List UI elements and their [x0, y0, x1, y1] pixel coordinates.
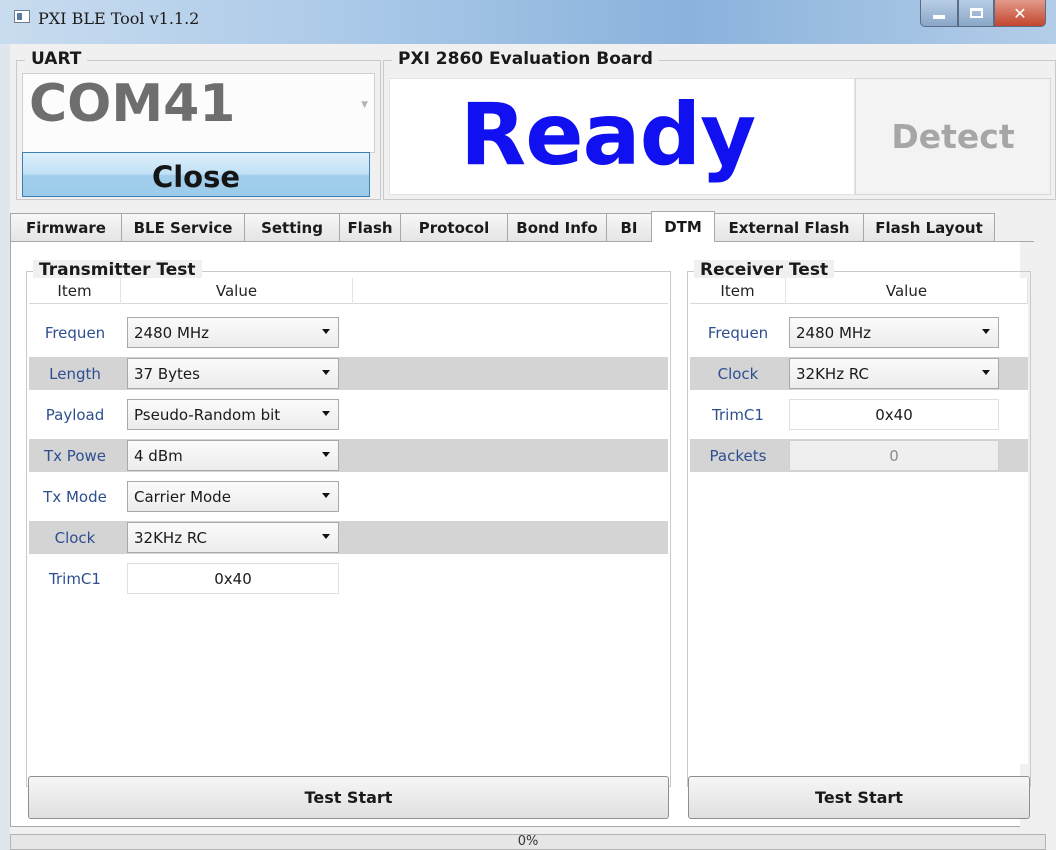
- com-port-value: COM41: [29, 74, 236, 134]
- select-value: 32KHz RC: [134, 528, 207, 547]
- dropdown-arrow-icon: [982, 370, 990, 375]
- select-value: Carrier Mode: [134, 487, 231, 506]
- tab-firmware[interactable]: Firmware: [10, 213, 122, 242]
- dropdown-arrow-icon: [982, 329, 990, 334]
- close-window-button[interactable]: ✕: [994, 0, 1046, 27]
- grid-row: Length: [29, 357, 668, 390]
- receiver-grid: Item Value Frequen 2480 MHz Clock 32KHz RC T…: [690, 278, 1028, 764]
- tab-ble-service[interactable]: BLE Service: [121, 213, 245, 242]
- grid-row: Clock: [29, 521, 668, 554]
- status-text: Ready: [460, 85, 756, 185]
- progress-text: 0%: [517, 834, 539, 849]
- status-panel: Ready: [389, 78, 855, 195]
- transmitter-test-label: Transmitter Test: [33, 260, 202, 280]
- value-select[interactable]: 32KHz RC: [127, 522, 339, 553]
- column-header-item: Item: [690, 278, 786, 304]
- select-value: Pseudo-Random bit: [134, 405, 281, 424]
- transmitter-test-start-button[interactable]: Test Start: [28, 776, 669, 819]
- close-port-button[interactable]: Close: [22, 152, 370, 197]
- tab-dtm[interactable]: DTM: [651, 211, 715, 242]
- row-label: Clock: [717, 364, 759, 383]
- dropdown-arrow-icon: [322, 329, 330, 334]
- uart-group: UART COM41 ▼ Close: [16, 49, 381, 200]
- maximize-button[interactable]: [958, 0, 994, 27]
- grid-row: Frequen: [29, 316, 668, 349]
- row-label: Length: [49, 364, 101, 383]
- value-select[interactable]: 2480 MHz: [789, 317, 999, 348]
- window-title: PXI BLE Tool v1.1.2: [38, 9, 200, 28]
- value-select[interactable]: 32KHz RC: [789, 358, 999, 389]
- progress-bar: 0%: [10, 834, 1046, 850]
- row-label: Frequen: [707, 323, 769, 342]
- com-port-select[interactable]: COM41 ▼: [22, 73, 375, 153]
- evaluation-board-group: PXI 2860 Evaluation Board Ready Detect: [383, 49, 1056, 200]
- tab-external-flash[interactable]: External Flash: [714, 213, 864, 242]
- transmitter-grid: Item Value Frequen 2480 MHz Length 37 Bytes…: [29, 278, 668, 764]
- value-select[interactable]: 4 dBm: [127, 440, 339, 471]
- grid-row: Tx Mode: [29, 480, 668, 513]
- select-value: 4 dBm: [134, 446, 183, 465]
- row-label: TrimC1: [712, 405, 764, 424]
- tab-flash-layout[interactable]: Flash Layout: [863, 213, 995, 242]
- title-bar: PXI BLE Tool v1.1.2 ✕: [0, 0, 1056, 44]
- dropdown-arrow-icon: [322, 452, 330, 457]
- receiver-test-start-button[interactable]: Test Start: [688, 776, 1030, 819]
- receiver-test-group: Receiver Test Item Value Frequen 2480 MHz…: [687, 260, 1031, 787]
- uart-group-label: UART: [25, 49, 88, 69]
- receiver-grid-header: Item Value: [690, 278, 1028, 304]
- transmitter-test-group: Transmitter Test Item Value Frequen 2480 …: [26, 260, 671, 787]
- grid-row: TrimC1: [29, 562, 668, 595]
- row-label: Tx Powe: [44, 446, 106, 465]
- row-label: Tx Mode: [43, 487, 107, 506]
- grid-row: Payload: [29, 398, 668, 431]
- detect-button[interactable]: Detect: [855, 78, 1051, 195]
- column-header-item: Item: [29, 278, 121, 304]
- value-field[interactable]: 0x40: [789, 399, 999, 430]
- dropdown-arrow-icon: [322, 493, 330, 498]
- transmitter-grid-header: Item Value: [29, 278, 668, 304]
- evaluation-board-label: PXI 2860 Evaluation Board: [392, 49, 659, 69]
- value-select[interactable]: Carrier Mode: [127, 481, 339, 512]
- grid-row: Tx Powe: [29, 439, 668, 472]
- tab-strip: Firmware BLE Service Setting Flash Protocol B…: [10, 211, 995, 242]
- receiver-test-label: Receiver Test: [694, 260, 835, 280]
- row-label: TrimC1: [49, 569, 101, 588]
- tab-setting[interactable]: Setting: [244, 213, 340, 242]
- minimize-button[interactable]: [920, 0, 958, 27]
- select-value: 2480 MHz: [134, 323, 210, 342]
- row-label: Frequen: [44, 323, 106, 342]
- value-select[interactable]: Pseudo-Random bit: [127, 399, 339, 430]
- dropdown-arrow-icon: [322, 370, 330, 375]
- tab-flash[interactable]: Flash: [339, 213, 401, 242]
- app-icon: [14, 10, 30, 23]
- close-icon: ✕: [1013, 3, 1027, 23]
- main-window: UART COM41 ▼ Close PXI 2860 Evaluation B…: [10, 44, 1056, 850]
- value-field[interactable]: 0x40: [127, 563, 339, 594]
- select-value: 37 Bytes: [134, 364, 200, 383]
- value-select[interactable]: 37 Bytes: [127, 358, 339, 389]
- row-label: Payload: [45, 405, 105, 424]
- value-select[interactable]: 2480 MHz: [127, 317, 339, 348]
- tab-bi[interactable]: BI: [606, 213, 652, 242]
- column-header-value: Value: [121, 278, 353, 304]
- column-header-value: Value: [786, 278, 1028, 304]
- row-label: Clock: [54, 528, 96, 547]
- select-value: 2480 MHz: [796, 323, 872, 342]
- minimize-icon: [933, 15, 945, 19]
- value-field: 0: [789, 440, 999, 471]
- row-label: Packets: [709, 446, 767, 465]
- maximize-icon: [969, 8, 983, 18]
- dropdown-arrow-icon: [322, 534, 330, 539]
- chevron-down-icon: ▼: [361, 100, 368, 110]
- tab-protocol[interactable]: Protocol: [400, 213, 508, 242]
- tab-bond-info[interactable]: Bond Info: [507, 213, 607, 242]
- dropdown-arrow-icon: [322, 411, 330, 416]
- window-controls: ✕: [920, 0, 1046, 28]
- select-value: 32KHz RC: [796, 364, 869, 383]
